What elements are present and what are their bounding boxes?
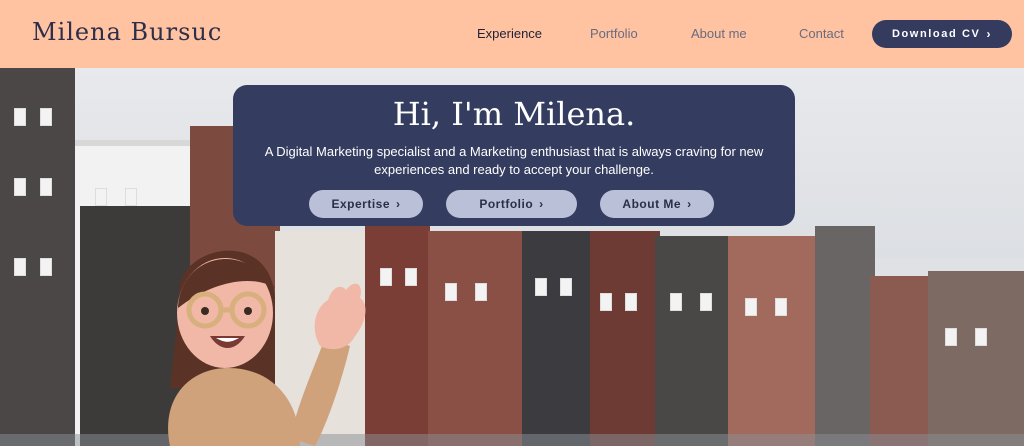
hero-title: Hi, I'm Milena. — [392, 95, 636, 133]
window — [14, 258, 26, 276]
chevron-right-icon: › — [986, 27, 993, 41]
building — [655, 236, 730, 446]
building — [590, 231, 660, 446]
window — [14, 108, 26, 126]
chevron-right-icon: › — [396, 197, 401, 211]
site-header: Milena Bursuc Experience Portfolio About… — [0, 0, 1024, 68]
window — [700, 293, 712, 311]
download-cv-label: Download CV — [891, 28, 981, 40]
window — [600, 293, 612, 311]
building — [815, 226, 875, 446]
window — [560, 278, 572, 296]
window — [975, 328, 987, 346]
window — [535, 278, 547, 296]
nav-contact[interactable]: Contact — [799, 26, 844, 41]
about-me-label: About Me — [622, 197, 682, 211]
window — [670, 293, 682, 311]
about-me-button[interactable]: About Me › — [600, 190, 714, 218]
portfolio-button[interactable]: Portfolio › — [446, 190, 577, 218]
building — [728, 236, 818, 446]
window — [40, 178, 52, 196]
download-cv-button[interactable]: Download CV › — [872, 20, 1012, 48]
building — [0, 68, 75, 446]
window — [445, 283, 457, 301]
window — [775, 298, 787, 316]
chevron-right-icon: › — [539, 197, 544, 211]
window — [14, 178, 26, 196]
nav-about-me[interactable]: About me — [691, 26, 747, 41]
expertise-button[interactable]: Expertise › — [309, 190, 423, 218]
hero-subtitle: A Digital Marketing specialist and a Mar… — [264, 144, 764, 177]
avatar-illustration — [168, 250, 366, 446]
building — [928, 271, 1024, 446]
window — [380, 268, 392, 286]
building — [870, 276, 930, 446]
chevron-right-icon: › — [687, 197, 692, 211]
window — [40, 258, 52, 276]
window — [625, 293, 637, 311]
window — [475, 283, 487, 301]
window — [40, 108, 52, 126]
expertise-label: Expertise — [331, 197, 391, 211]
hero-card: Hi, I'm Milena. A Digital Marketing spec… — [233, 85, 795, 226]
portfolio-label: Portfolio — [479, 197, 534, 211]
nav-experience[interactable]: Experience — [477, 26, 542, 41]
site-logo[interactable]: Milena Bursuc — [32, 18, 222, 46]
window — [125, 188, 137, 206]
building — [522, 231, 592, 446]
window — [95, 188, 107, 206]
building — [365, 226, 430, 446]
building — [428, 231, 523, 446]
window — [405, 268, 417, 286]
window — [945, 328, 957, 346]
window — [745, 298, 757, 316]
nav-portfolio[interactable]: Portfolio — [590, 26, 638, 41]
